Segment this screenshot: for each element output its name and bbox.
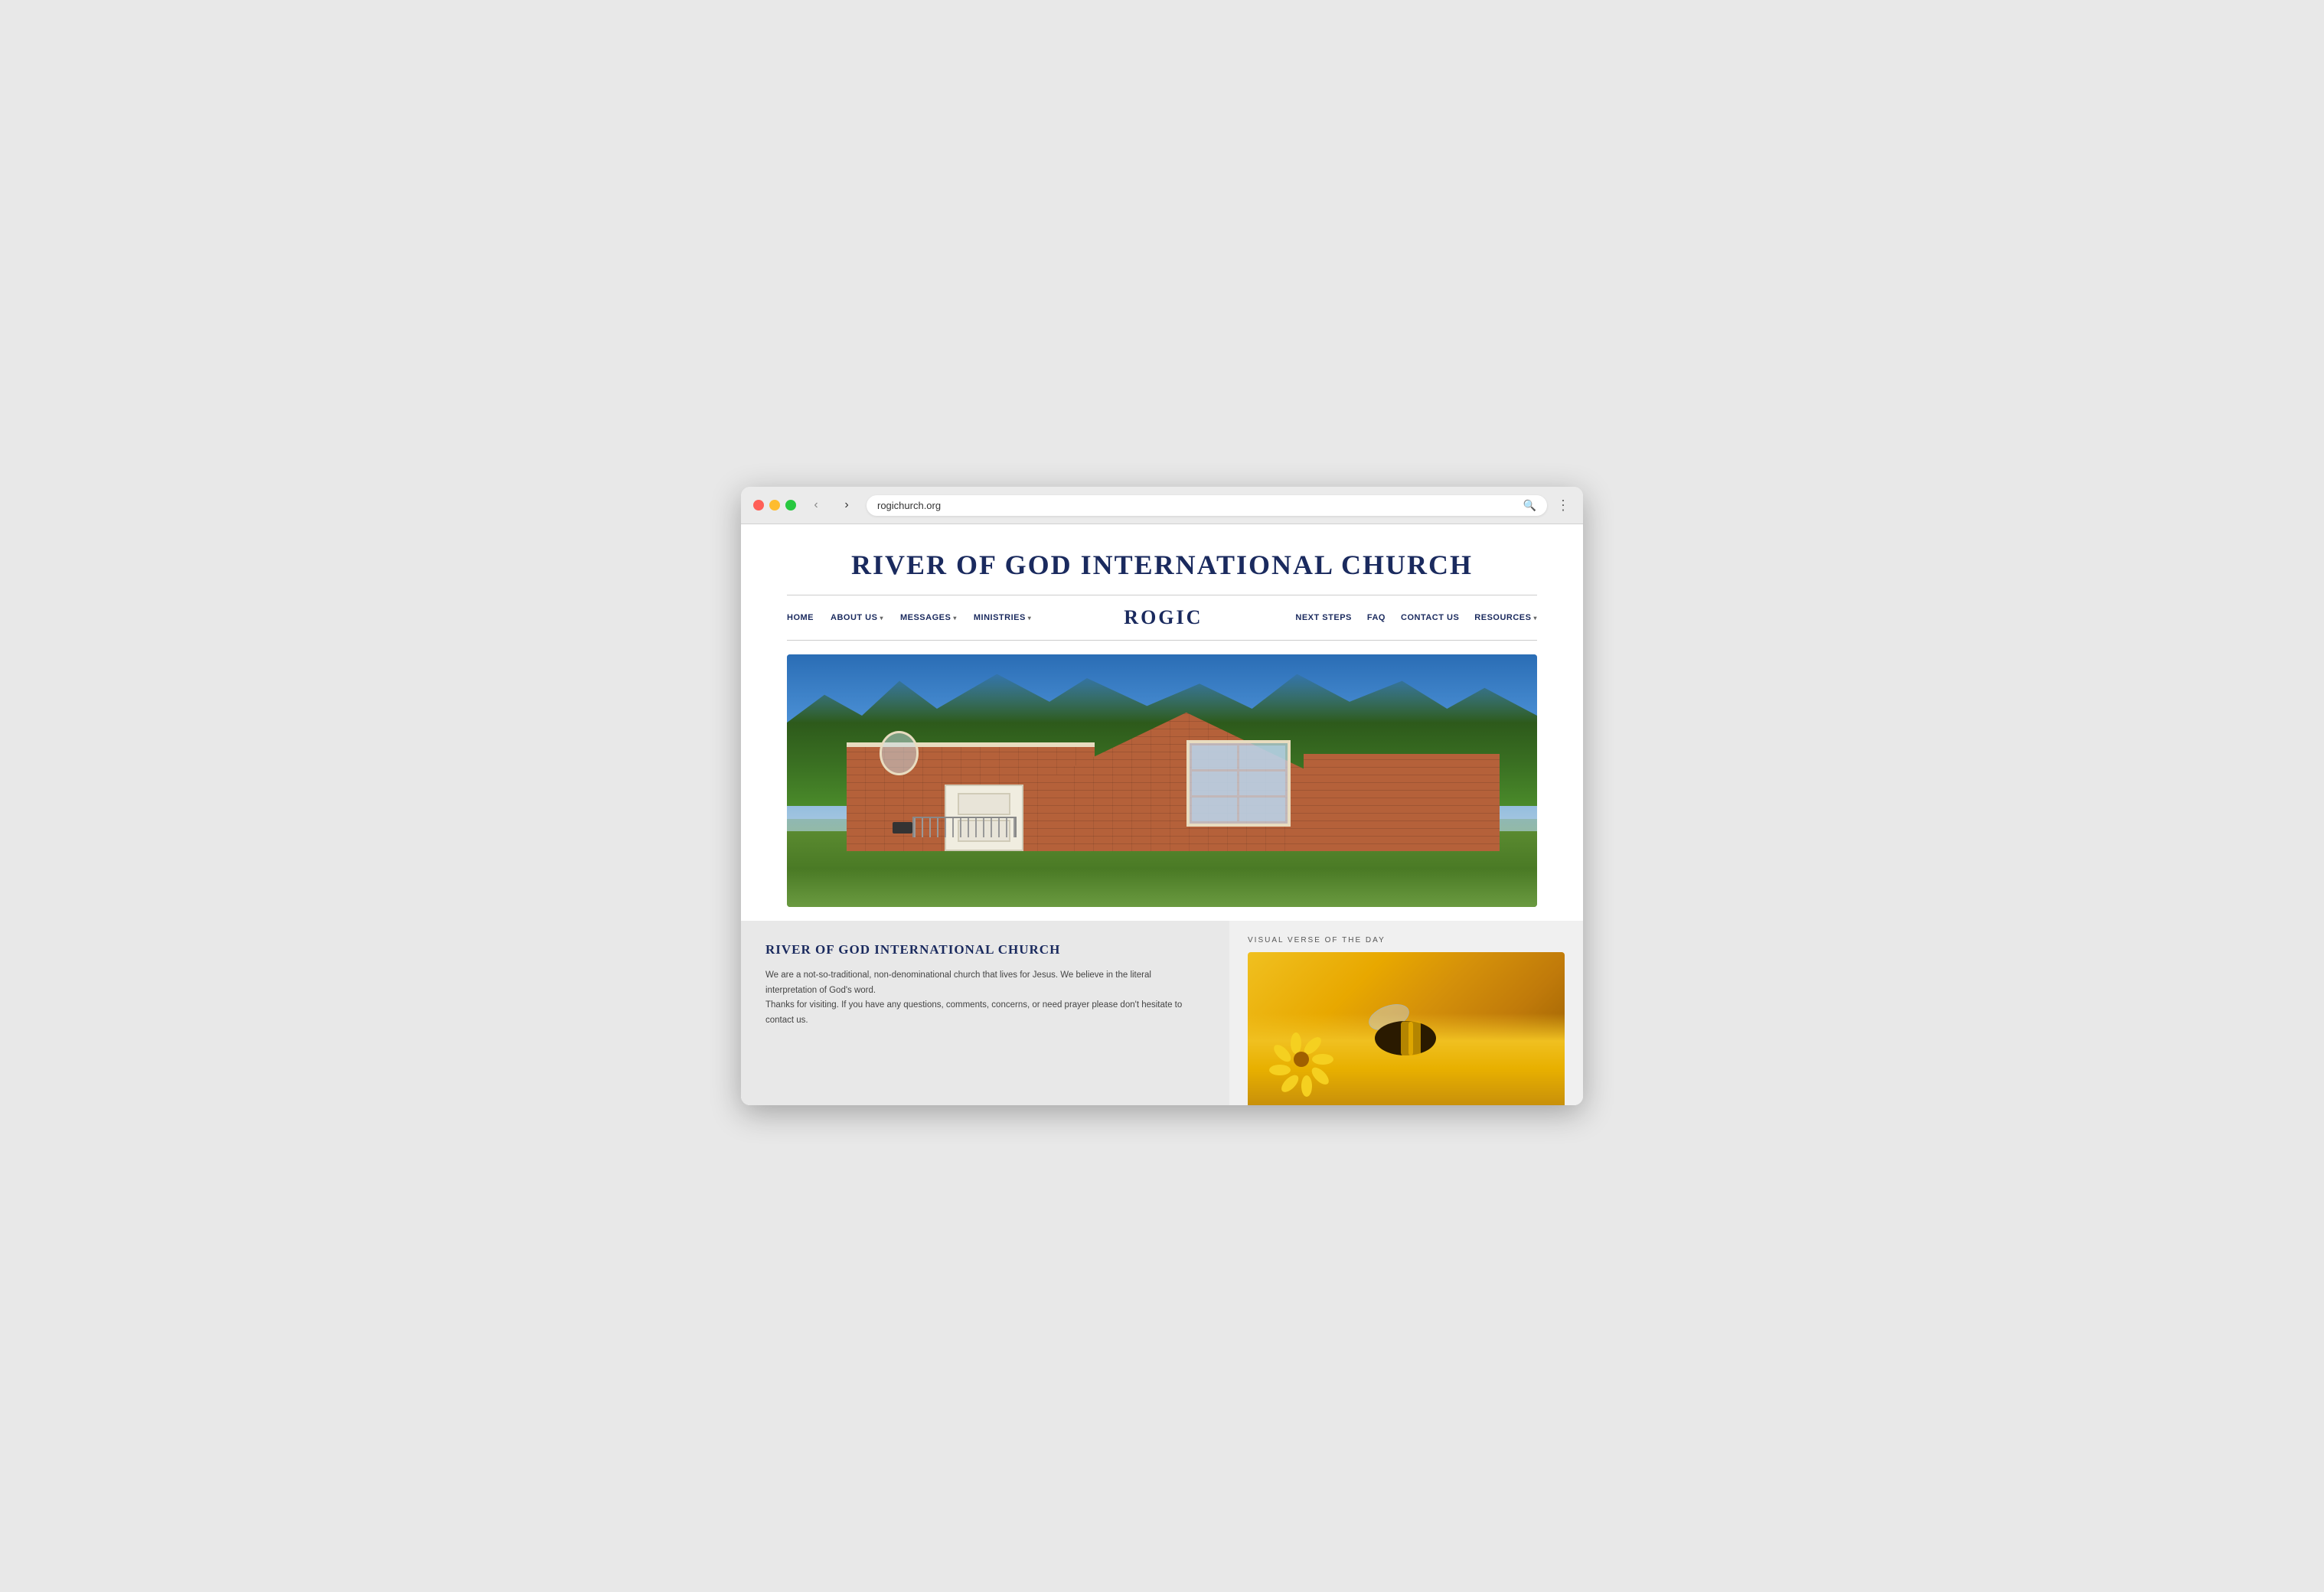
center-window bbox=[1186, 740, 1291, 827]
traffic-lights bbox=[753, 500, 796, 511]
window-pane bbox=[1239, 772, 1285, 795]
church-info-paragraph1: We are a not-so-traditional, non-denomin… bbox=[765, 968, 1205, 1028]
nav-left: HOME ABOUT US ▾ MESSAGES ▾ MINISTRIES ▾ bbox=[787, 613, 1031, 622]
petal bbox=[1278, 1072, 1301, 1095]
visual-verse-label: VISUAL VERSE OF THE DAY bbox=[1248, 936, 1565, 944]
browser-window: ‹ › rogichurch.org 🔍 ⋮ RIVER OF GOD INTE… bbox=[741, 487, 1583, 1105]
bee-body bbox=[1375, 1021, 1436, 1055]
window-pane bbox=[1192, 745, 1238, 769]
browser-chrome: ‹ › rogichurch.org 🔍 ⋮ bbox=[741, 487, 1583, 524]
bee-stripe bbox=[1408, 1021, 1421, 1055]
railing bbox=[912, 817, 1017, 837]
maximize-button[interactable] bbox=[785, 500, 796, 511]
window-grid bbox=[1190, 743, 1288, 824]
website-content: RIVER OF GOD INTERNATIONAL CHURCH HOME A… bbox=[741, 524, 1583, 1105]
nav-item-faq[interactable]: FAQ bbox=[1367, 613, 1386, 622]
bottom-section: RIVER OF GOD INTERNATIONAL CHURCH We are… bbox=[741, 921, 1583, 1105]
resources-dropdown-icon: ▾ bbox=[1533, 615, 1537, 621]
address-bar[interactable]: rogichurch.org 🔍 bbox=[867, 495, 1547, 516]
petal bbox=[1291, 1033, 1301, 1054]
nav-item-messages[interactable]: MESSAGES ▾ bbox=[900, 613, 957, 622]
minimize-button[interactable] bbox=[769, 500, 780, 511]
nav-logo[interactable]: ROGIC bbox=[1124, 606, 1203, 629]
forward-button[interactable]: › bbox=[836, 494, 857, 516]
mailbox bbox=[893, 822, 912, 834]
visual-verse-image bbox=[1248, 952, 1565, 1105]
nav-right: NEXT STEPS FAQ CONTACT US RESOURCES ▾ bbox=[1295, 613, 1537, 622]
nav-item-about-us[interactable]: ABOUT US ▾ bbox=[831, 613, 883, 622]
nav-item-resources[interactable]: RESOURCES ▾ bbox=[1474, 613, 1537, 622]
window-pane bbox=[1192, 772, 1238, 795]
nav-item-home[interactable]: HOME bbox=[787, 613, 814, 622]
flower-petals bbox=[1263, 1021, 1340, 1098]
hero-image bbox=[787, 654, 1537, 907]
nav-bar: HOME ABOUT US ▾ MESSAGES ▾ MINISTRIES ▾ … bbox=[741, 595, 1583, 640]
church-building-image bbox=[787, 654, 1537, 907]
petal bbox=[1309, 1065, 1332, 1088]
search-button[interactable]: 🔍 bbox=[1523, 499, 1536, 512]
flower-center bbox=[1294, 1052, 1309, 1067]
window-pane bbox=[1239, 798, 1285, 821]
window-pane bbox=[1192, 798, 1238, 821]
site-title-section: RIVER OF GOD INTERNATIONAL CHURCH bbox=[741, 524, 1583, 595]
door-panel-top bbox=[958, 793, 1010, 815]
nav-item-ministries[interactable]: MINISTRIES ▾ bbox=[974, 613, 1031, 622]
divider-nav-bottom bbox=[787, 640, 1537, 641]
petal bbox=[1269, 1065, 1291, 1075]
nav-item-contact-us[interactable]: CONTACT US bbox=[1401, 613, 1459, 622]
building bbox=[847, 713, 1500, 852]
nav-item-next-steps[interactable]: NEXT STEPS bbox=[1295, 613, 1351, 622]
wall-right bbox=[1304, 754, 1500, 851]
visual-verse-section: VISUAL VERSE OF THE DAY bbox=[1229, 921, 1583, 1105]
site-title: RIVER OF GOD INTERNATIONAL CHURCH bbox=[756, 549, 1568, 581]
petal bbox=[1312, 1054, 1333, 1065]
window-pane bbox=[1239, 745, 1285, 769]
circle-window bbox=[880, 731, 919, 775]
messages-dropdown-icon: ▾ bbox=[953, 615, 957, 621]
back-button[interactable]: ‹ bbox=[805, 494, 827, 516]
url-text: rogichurch.org bbox=[877, 500, 941, 511]
about-us-dropdown-icon: ▾ bbox=[880, 615, 883, 621]
petal bbox=[1301, 1075, 1312, 1097]
ministries-dropdown-icon: ▾ bbox=[1028, 615, 1032, 621]
church-info-panel: RIVER OF GOD INTERNATIONAL CHURCH We are… bbox=[741, 921, 1229, 1105]
close-button[interactable] bbox=[753, 500, 764, 511]
church-info-title: RIVER OF GOD INTERNATIONAL CHURCH bbox=[765, 942, 1205, 957]
browser-menu-button[interactable]: ⋮ bbox=[1556, 497, 1571, 514]
